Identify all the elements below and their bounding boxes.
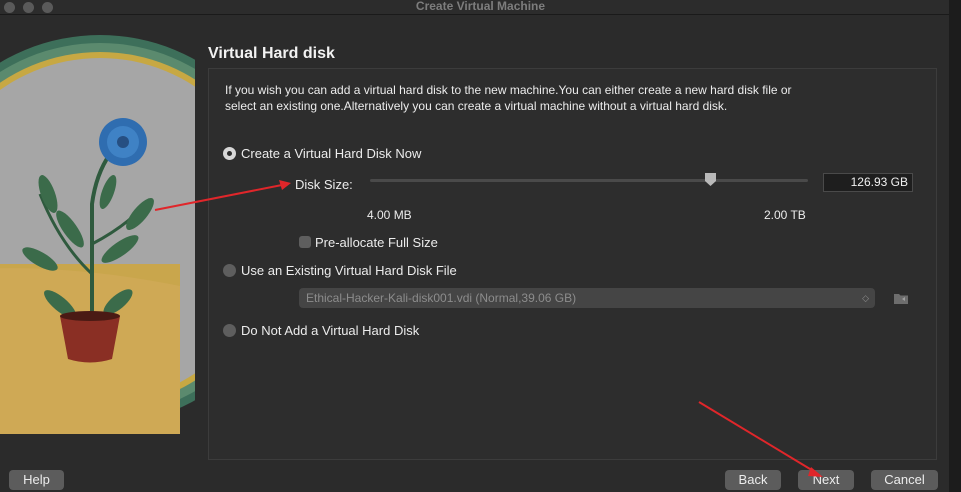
preallocate-label: Pre-allocate Full Size: [315, 235, 438, 250]
create-disk-label: Create a Virtual Hard Disk Now: [241, 146, 422, 161]
window-title: Create Virtual Machine: [415, 0, 546, 13]
window-edge: [949, 0, 961, 492]
choose-disk-file-icon[interactable]: [893, 290, 909, 306]
no-disk-label: Do Not Add a Virtual Hard Disk: [241, 323, 420, 338]
disk-size-input[interactable]: 126.93 GB: [823, 173, 913, 192]
existing-disk-value: Ethical-Hacker-Kali-disk001.vdi (Normal,…: [306, 291, 577, 305]
disk-size-slider[interactable]: [370, 179, 808, 182]
wizard-illustration: [0, 14, 195, 444]
page-title: Virtual Hard disk: [208, 45, 335, 62]
description-text: If you wish you can add a virtual hard d…: [225, 83, 792, 113]
next-button[interactable]: Next: [798, 470, 854, 490]
select-chevron-icon: ◇: [862, 293, 869, 303]
disk-size-max-label: 2.00 TB: [764, 208, 806, 222]
back-button[interactable]: Back: [725, 470, 781, 490]
create-disk-radio[interactable]: [223, 147, 236, 160]
disk-size-min-label: 4.00 MB: [367, 208, 412, 222]
use-existing-label: Use an Existing Virtual Hard Disk File: [241, 263, 457, 278]
no-disk-radio[interactable]: [223, 324, 236, 337]
disk-size-slider-thumb[interactable]: [704, 172, 717, 187]
help-button[interactable]: Help: [9, 470, 64, 490]
disk-size-label: Disk Size:: [295, 177, 353, 192]
use-existing-radio[interactable]: [223, 264, 236, 277]
cancel-button[interactable]: Cancel: [871, 470, 938, 490]
title-bar: Create Virtual Machine: [0, 0, 961, 15]
existing-disk-select[interactable]: Ethical-Hacker-Kali-disk001.vdi (Normal,…: [299, 288, 875, 308]
preallocate-checkbox[interactable]: [299, 236, 311, 248]
